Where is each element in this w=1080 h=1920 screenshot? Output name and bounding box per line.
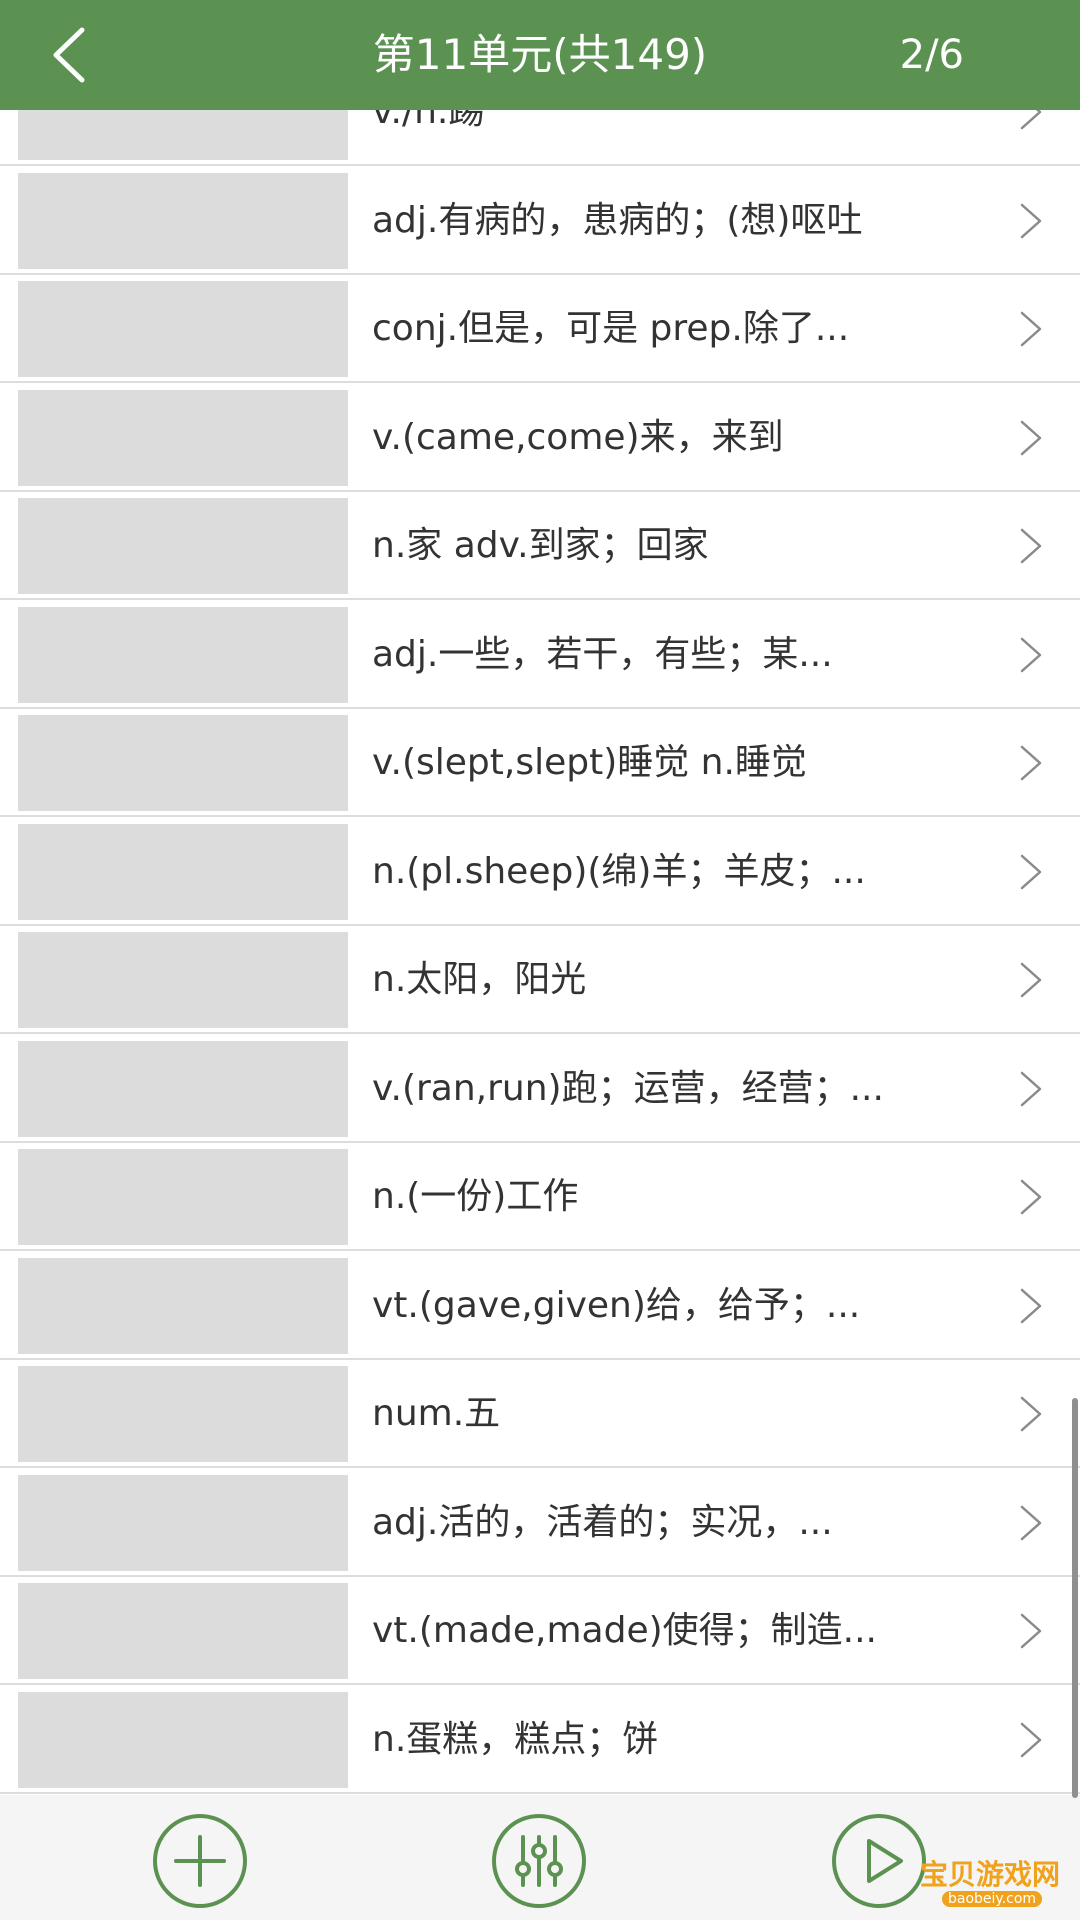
- watermark-logo: 宝贝游戏网 baobeiy.com: [912, 1815, 1062, 1915]
- word-image-placeholder: [18, 173, 348, 269]
- chevron-right-icon: [1020, 1722, 1042, 1758]
- word-image-placeholder: [18, 824, 348, 920]
- word-image-placeholder: [18, 390, 348, 486]
- chevron-right-icon: [1020, 1179, 1042, 1215]
- chevron-right-icon: [1020, 854, 1042, 890]
- chevron-right-icon: [1020, 1288, 1042, 1324]
- word-meaning: n.(一份)工作: [372, 1176, 579, 1217]
- plus-circle-icon: [153, 1814, 247, 1908]
- word-meaning: adj.活的，活着的；实况，...: [372, 1502, 833, 1543]
- settings-button[interactable]: [491, 1813, 587, 1909]
- app-root: v./n.踢 adj.有病的，患病的；(想)呕吐 conj.但是，可是 prep.除…: [0, 0, 1080, 1920]
- header-bar: 第11单元(共149) 2/6: [0, 0, 1080, 110]
- word-meaning: vt.(gave,given)给，给予；...: [372, 1285, 861, 1326]
- word-image-placeholder: [18, 1366, 348, 1462]
- word-row[interactable]: n.蛋糕，糕点；饼: [0, 1686, 1080, 1794]
- scrollbar[interactable]: [1072, 1398, 1078, 1798]
- add-button[interactable]: [152, 1813, 248, 1909]
- word-meaning: v.(ran,run)跑；运营，经营；...: [372, 1068, 884, 1109]
- word-image-placeholder: [18, 498, 348, 594]
- chevron-right-icon: [1020, 962, 1042, 998]
- word-row[interactable]: v.(slept,slept)睡觉 n.睡觉: [0, 709, 1080, 817]
- word-row[interactable]: adj.有病的，患病的；(想)呕吐: [0, 167, 1080, 275]
- chevron-right-icon: [1020, 1071, 1042, 1107]
- chevron-right-icon: [1020, 528, 1042, 564]
- word-image-placeholder: [18, 1583, 348, 1679]
- word-image-placeholder: [18, 715, 348, 811]
- word-row[interactable]: n.(一份)工作: [0, 1143, 1080, 1251]
- chevron-right-icon: [1020, 1396, 1042, 1432]
- watermark-text: 宝贝游戏网: [920, 1858, 1061, 1891]
- word-row[interactable]: n.(pl.sheep)(绵)羊；羊皮；...: [0, 818, 1080, 926]
- word-row[interactable]: n.太阳，阳光: [0, 926, 1080, 1034]
- page-indicator: 2/6: [899, 32, 964, 78]
- word-row[interactable]: adj.活的，活着的；实况，...: [0, 1469, 1080, 1577]
- word-row[interactable]: n.家 adv.到家；回家: [0, 492, 1080, 600]
- word-list[interactable]: v./n.踢 adj.有病的，患病的；(想)呕吐 conj.但是，可是 prep.除…: [0, 0, 1080, 1795]
- word-meaning: v.(slept,slept)睡觉 n.睡觉: [372, 742, 807, 783]
- word-meaning: conj.但是，可是 prep.除了...: [372, 308, 850, 349]
- chevron-right-icon: [1020, 1613, 1042, 1649]
- word-meaning: vt.(made,made)使得；制造...: [372, 1610, 877, 1651]
- word-image-placeholder: [18, 1692, 348, 1788]
- chevron-right-icon: [1020, 311, 1042, 347]
- sliders-icon: [492, 1814, 586, 1908]
- word-image-placeholder: [18, 1149, 348, 1245]
- word-row[interactable]: num.五: [0, 1360, 1080, 1468]
- word-meaning: n.(pl.sheep)(绵)羊；羊皮；...: [372, 851, 866, 892]
- word-meaning: adj.一些，若干，有些；某...: [372, 634, 833, 675]
- word-row[interactable]: adj.一些，若干，有些；某...: [0, 601, 1080, 709]
- chevron-right-icon: [1020, 1505, 1042, 1541]
- word-image-placeholder: [18, 1475, 348, 1571]
- watermark-url: baobeiy.com: [942, 1891, 1043, 1907]
- chevron-right-icon: [1020, 203, 1042, 239]
- word-meaning: num.五: [372, 1393, 501, 1434]
- word-meaning: n.家 adv.到家；回家: [372, 525, 709, 566]
- word-row[interactable]: v.(came,come)来，来到: [0, 384, 1080, 492]
- word-row[interactable]: vt.(gave,given)给，给予；...: [0, 1252, 1080, 1360]
- word-meaning: n.太阳，阳光: [372, 959, 587, 1000]
- word-row[interactable]: vt.(made,made)使得；制造...: [0, 1577, 1080, 1685]
- word-row[interactable]: v.(ran,run)跑；运营，经营；...: [0, 1035, 1080, 1143]
- chevron-right-icon: [1020, 420, 1042, 456]
- word-meaning: adj.有病的，患病的；(想)呕吐: [372, 200, 863, 241]
- chevron-right-icon: [1020, 745, 1042, 781]
- word-meaning: n.蛋糕，糕点；饼: [372, 1719, 659, 1760]
- word-meaning: v.(came,come)来，来到: [372, 417, 784, 458]
- word-image-placeholder: [18, 281, 348, 377]
- word-image-placeholder: [18, 932, 348, 1028]
- word-image-placeholder: [18, 1041, 348, 1137]
- chevron-right-icon: [1020, 637, 1042, 673]
- word-image-placeholder: [18, 1258, 348, 1354]
- word-image-placeholder: [18, 607, 348, 703]
- word-row[interactable]: conj.但是，可是 prep.除了...: [0, 275, 1080, 383]
